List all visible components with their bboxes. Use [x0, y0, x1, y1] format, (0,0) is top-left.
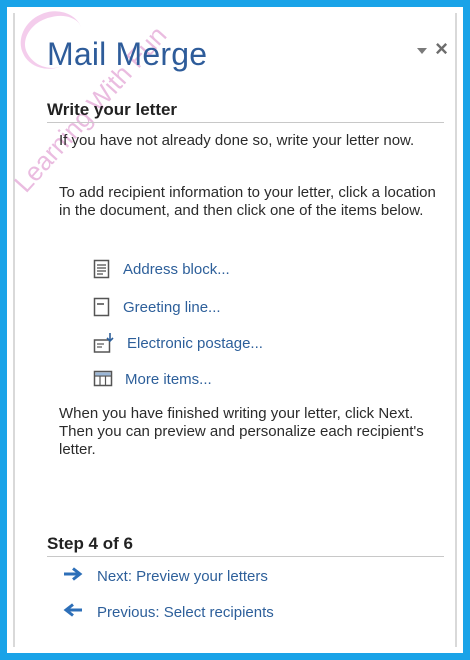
instruction-paragraph-2: To add recipient information to your let… — [59, 184, 436, 219]
greeting-line-link[interactable]: Greeting line... — [93, 297, 221, 317]
greeting-line-icon — [93, 297, 111, 317]
arrow-left-icon — [63, 603, 83, 621]
section-heading-write-letter: Write your letter — [47, 100, 444, 123]
more-items-label: More items... — [125, 370, 212, 388]
step-indicator: Step 4 of 6 — [47, 534, 444, 557]
electronic-postage-link[interactable]: Electronic postage... — [93, 332, 263, 354]
pane-title: Mail Merge — [47, 36, 208, 72]
more-items-link[interactable]: More items... — [93, 370, 212, 388]
arrow-right-icon — [63, 567, 83, 585]
next-step-label: Next: Preview your letters — [97, 567, 268, 585]
next-step-link[interactable]: Next: Preview your letters — [63, 567, 268, 585]
address-block-link[interactable]: Address block... — [93, 259, 230, 279]
previous-step-label: Previous: Select recipients — [97, 603, 274, 621]
close-icon[interactable]: × — [435, 38, 448, 60]
task-pane-options-icon[interactable] — [417, 48, 428, 54]
address-block-label: Address block... — [123, 260, 230, 278]
greeting-line-label: Greeting line... — [123, 298, 221, 316]
instruction-paragraph-3: When you have finished writing your lett… — [59, 405, 424, 458]
electronic-postage-label: Electronic postage... — [127, 334, 263, 352]
instruction-paragraph-1: If you have not already done so, write y… — [59, 132, 415, 149]
pane-controls: × — [417, 38, 448, 60]
address-block-icon — [93, 259, 111, 279]
previous-step-link[interactable]: Previous: Select recipients — [63, 603, 274, 621]
more-items-icon — [93, 370, 113, 388]
electronic-postage-icon — [93, 332, 115, 354]
